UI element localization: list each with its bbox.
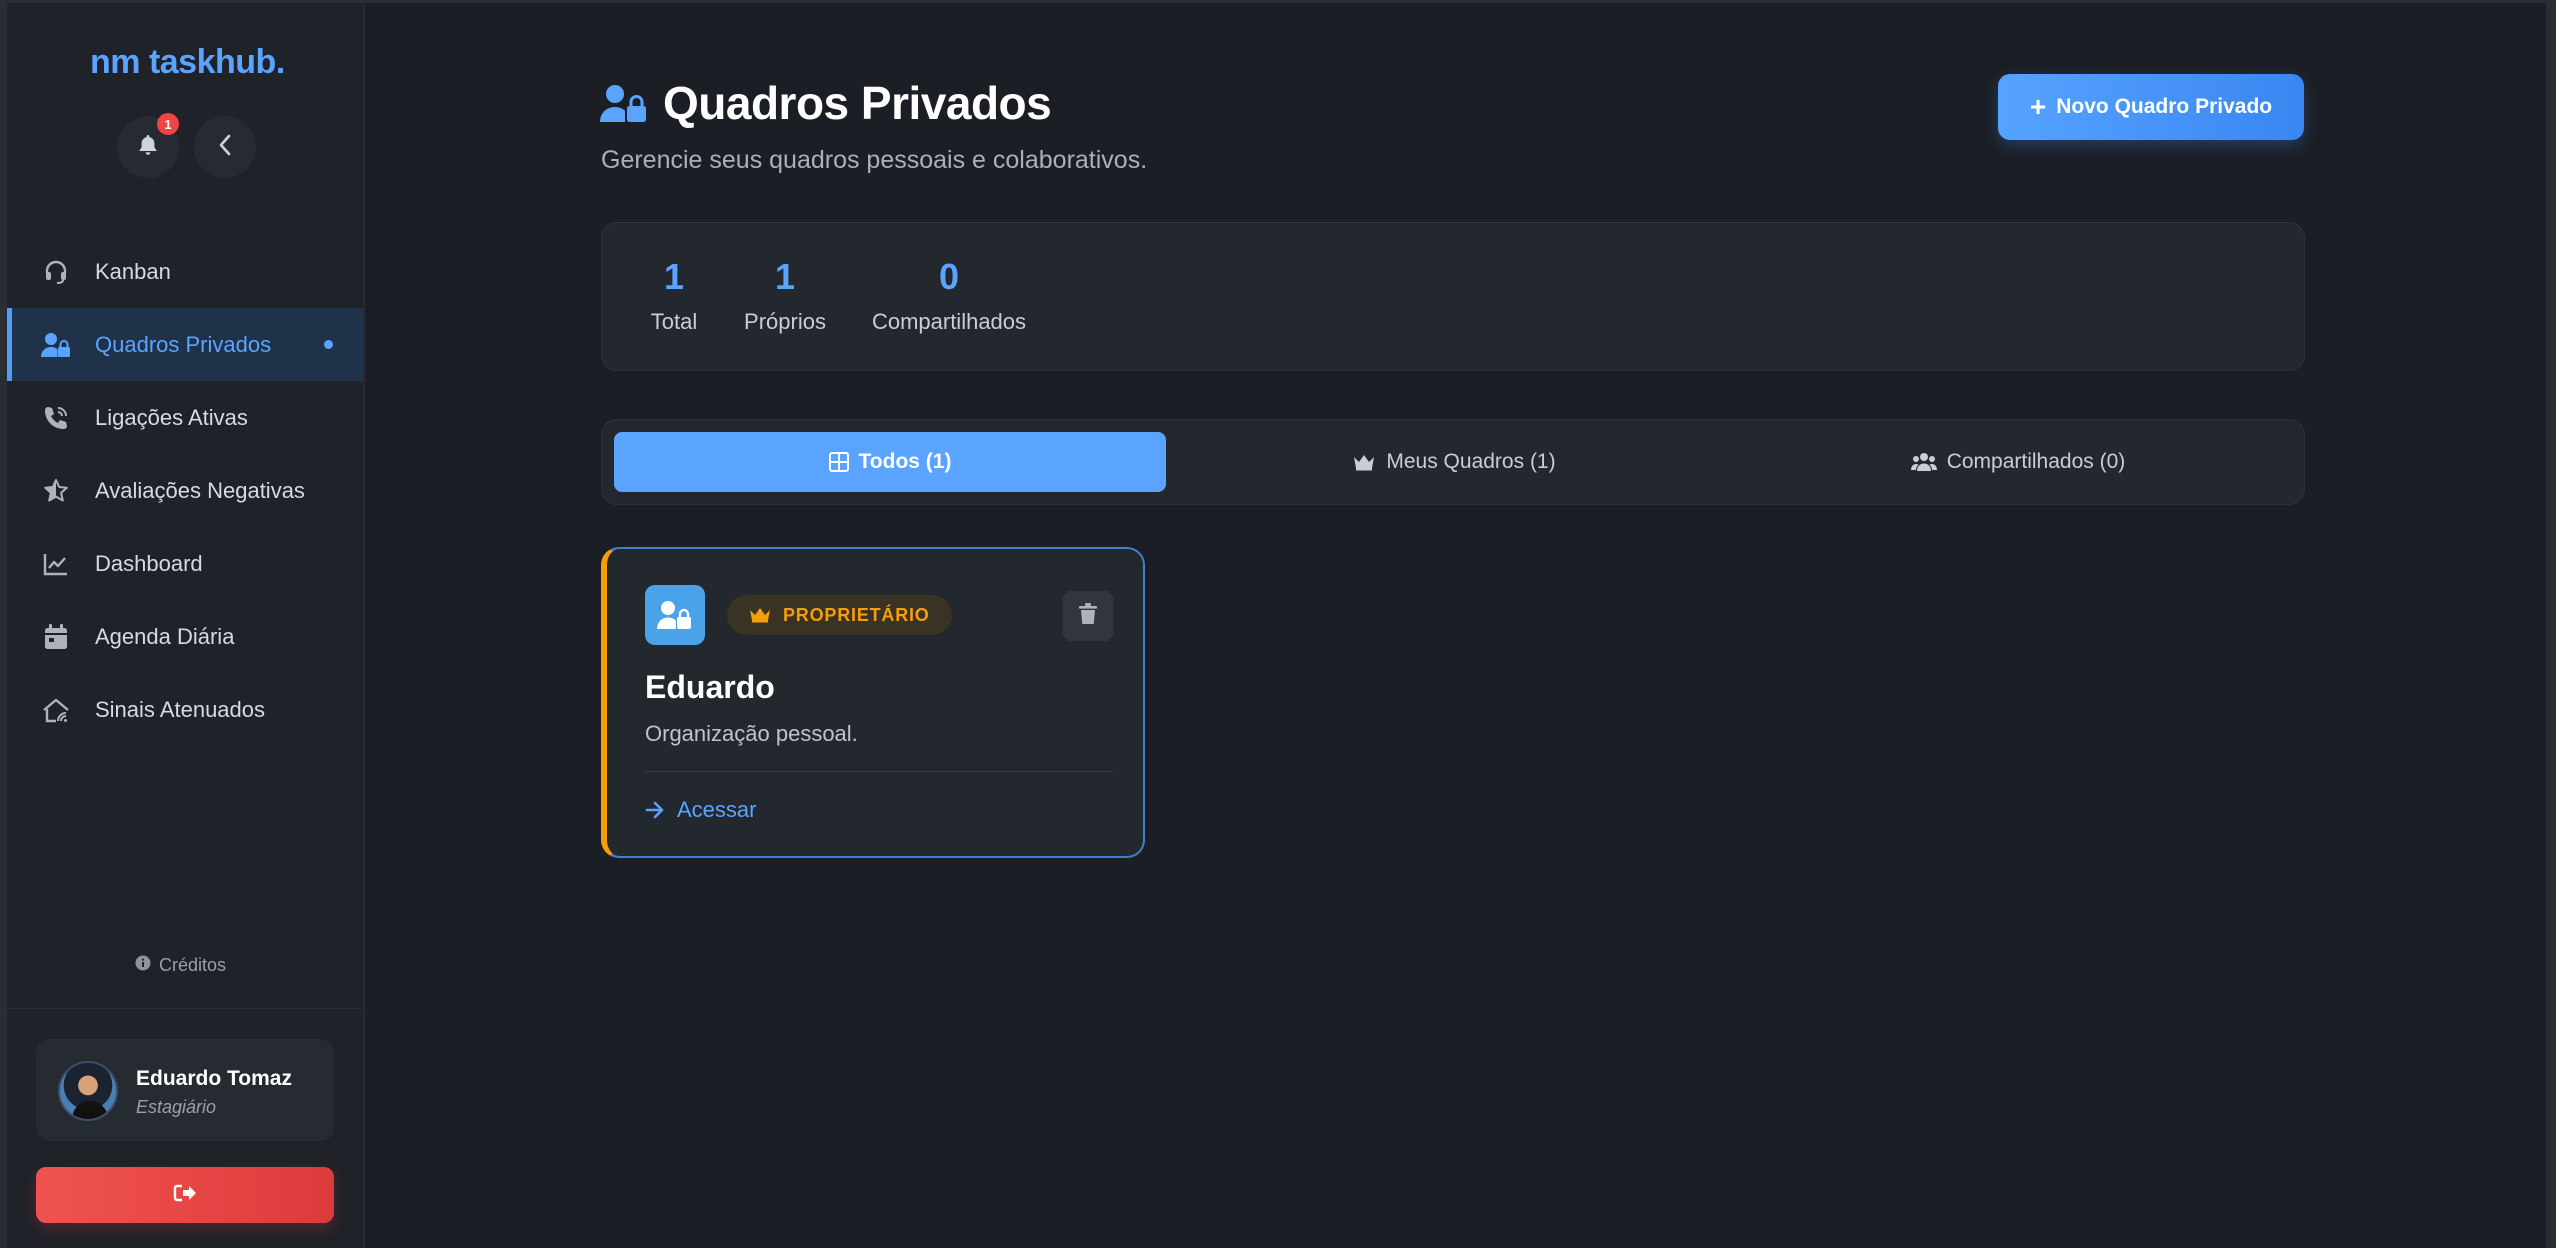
collapse-sidebar-button[interactable] — [194, 116, 256, 178]
sidebar-item-label: Quadros Privados — [95, 331, 272, 357]
board-title: Eduardo — [645, 669, 775, 705]
grid-icon — [828, 452, 849, 472]
window-border-left — [0, 0, 7, 1248]
stat-label: Próprios — [744, 309, 826, 334]
tab-label: Compartilhados (0) — [1946, 450, 2126, 473]
page-subtitle: Gerencie seus quadros pessoais e colabor… — [601, 146, 1148, 174]
owner-badge-label: PROPRIETÁRIO — [783, 604, 930, 625]
user-lock-icon — [41, 330, 71, 360]
tab-todos[interactable]: Todos (1) — [614, 432, 1166, 492]
stat-value: 0 — [938, 256, 960, 297]
delete-board-button[interactable] — [1063, 591, 1113, 641]
sidebar-item-agenda-diaria[interactable]: Agenda Diária — [7, 600, 363, 673]
stat-value: 1 — [774, 256, 796, 297]
page-title: Quadros Privados — [663, 77, 1052, 129]
board-user-lock-icon — [645, 585, 705, 645]
info-icon — [135, 955, 151, 976]
window-border-top — [0, 0, 2556, 3]
stat-value: 1 — [663, 256, 685, 297]
arrow-right-icon — [645, 801, 665, 819]
sidebar-item-label: Dashboard — [95, 550, 203, 576]
board-filter-tabs: Todos (1) Meus Quadros (1) Compartilhado… — [601, 419, 2305, 505]
credits-label: Créditos — [159, 955, 227, 975]
tab-compartilhados[interactable]: Compartilhados (0) — [1742, 432, 2294, 492]
card-divider — [645, 771, 1113, 772]
logout-button[interactable] — [36, 1167, 334, 1223]
notification-count-badge: 1 — [157, 113, 179, 135]
window-border-right — [2546, 0, 2556, 1248]
access-link-label: Acessar — [677, 797, 757, 822]
users-icon — [1910, 452, 1937, 472]
sidebar-item-label: Kanban — [95, 258, 171, 284]
user-role: Estagiário — [136, 1097, 217, 1117]
crown-icon — [749, 607, 771, 623]
sidebar-item-quadros-privados[interactable]: Quadros Privados — [7, 308, 363, 381]
sidebar-divider — [7, 1008, 363, 1009]
stat-label: Total — [650, 309, 698, 334]
active-indicator-dot — [324, 340, 333, 349]
access-board-link[interactable]: Acessar — [645, 797, 756, 823]
star-half-icon — [41, 476, 71, 506]
user-lock-icon — [600, 84, 648, 124]
app-logo[interactable]: nm taskhub. — [90, 43, 285, 82]
sidebar-nav: Kanban Quadros Privados Ligações Ativas — [7, 235, 363, 746]
stat-label: Compartilhados — [871, 309, 1027, 334]
sidebar-item-dashboard[interactable]: Dashboard — [7, 527, 363, 600]
sidebar-item-label: Ligações Ativas — [95, 404, 248, 430]
phone-volume-icon — [41, 403, 71, 433]
sidebar-item-sinais-atenuados[interactable]: Sinais Atenuados — [7, 673, 363, 746]
sidebar-item-label: Avaliações Negativas — [95, 477, 305, 503]
avatar — [58, 1061, 118, 1121]
new-board-label: Novo Quadro Privado — [2056, 95, 2273, 118]
logo-text: nm taskhub — [90, 43, 276, 81]
sidebar-item-ligacoes-ativas[interactable]: Ligações Ativas — [7, 381, 363, 454]
chart-line-icon — [41, 549, 71, 579]
plus-icon: + — [2029, 91, 2047, 122]
user-name: Eduardo Tomaz — [136, 1067, 292, 1090]
logo-dot: . — [275, 43, 285, 81]
board-card[interactable]: PROPRIETÁRIO Eduardo Organização pessoal… — [601, 547, 1145, 858]
stat-proprios: 1 Próprios — [735, 259, 835, 335]
stats-panel: 1 Total 1 Próprios 0 Compartilhados — [601, 222, 2305, 371]
signal-house-icon — [41, 695, 71, 725]
sidebar-item-label: Sinais Atenuados — [95, 696, 266, 722]
tab-meus-quadros[interactable]: Meus Quadros (1) — [1178, 432, 1730, 492]
app-window: nm taskhub. 1 Kanban Quadros Privados Li… — [0, 0, 2556, 1248]
bell-icon — [138, 134, 158, 161]
new-private-board-button[interactable]: + Novo Quadro Privado — [1998, 74, 2304, 140]
stat-total: 1 Total — [638, 259, 710, 335]
sidebar: nm taskhub. 1 Kanban Quadros Privados Li… — [7, 3, 365, 1248]
chevron-left-icon — [218, 134, 232, 161]
user-profile-card[interactable]: Eduardo Tomaz Estagiário — [36, 1039, 334, 1141]
sidebar-item-label: Agenda Diária — [95, 623, 235, 649]
sidebar-item-avaliacoes-negativas[interactable]: Avaliações Negativas — [7, 454, 363, 527]
credits-link[interactable]: Créditos — [135, 955, 226, 976]
board-description: Organização pessoal. — [645, 721, 858, 746]
owner-badge: PROPRIETÁRIO — [727, 595, 952, 635]
sign-out-icon — [173, 1183, 197, 1208]
tab-label: Todos (1) — [858, 450, 952, 473]
calendar-icon — [41, 622, 71, 652]
trash-icon — [1079, 602, 1097, 630]
stat-compartilhados: 0 Compartilhados — [864, 259, 1034, 335]
sidebar-item-kanban[interactable]: Kanban — [7, 235, 363, 308]
tab-label: Meus Quadros (1) — [1386, 450, 1556, 473]
headset-icon — [41, 257, 71, 287]
crown-icon — [1352, 453, 1376, 471]
